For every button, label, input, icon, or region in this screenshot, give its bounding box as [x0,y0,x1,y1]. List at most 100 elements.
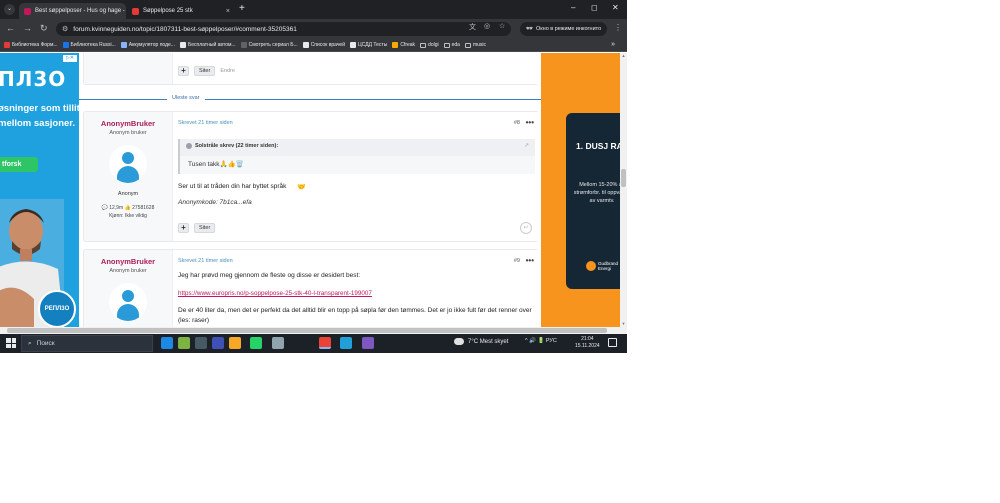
author-name[interactable]: AnonymBruker [84,119,172,128]
folder-icon [420,42,427,48]
post-body: Skrevet 21 timer siden #8 ••• Solstråle … [172,112,540,241]
post-9: AnonymBruker Anonym bruker Skrevet 21 ti… [83,249,540,334]
taskbar-search[interactable]: ⌕ Поиск [21,335,153,352]
taskbar-app-icon[interactable] [362,337,374,349]
bookmark-item[interactable]: Cfreak [392,42,415,48]
translate-icon[interactable]: 文 [469,22,476,32]
edit-link[interactable]: Endre [220,68,235,74]
reload-icon[interactable]: ↻ [40,23,48,34]
post-text: Jeg har prøvd meg gjennom de fleste og d… [178,272,361,279]
quote-button[interactable]: Siter [194,223,216,233]
bookmark-item[interactable]: Список врачей [302,42,345,48]
bookmark-favicon-icon [62,42,69,48]
taskbar-app-icon[interactable] [319,337,331,349]
forward-icon[interactable]: → [23,23,32,34]
close-window-button[interactable]: ✕ [612,3,619,13]
avatar-label: Anonym [117,191,139,197]
avatar[interactable] [109,145,147,183]
taskbar-app-icon[interactable] [195,337,207,349]
eye-off-icon[interactable]: ◎ [484,22,490,30]
back-icon[interactable]: ← [6,23,15,34]
post-time[interactable]: Skrevet 21 timer siden [178,120,233,126]
bookmark-item[interactable]: music [464,42,486,48]
incognito-label: Окно в режиме инкогнито [535,26,602,32]
incognito-indicator[interactable]: 🕶 Окно в режиме инкогнито [520,22,608,36]
taskbar-app-icon[interactable] [229,337,241,349]
unread-divider [79,99,541,100]
post-author: AnonymBruker Anonym bruker [84,250,172,321]
left-banner-ad[interactable]: ПЛ3О ▷✕ øsninger som tillit mellom sasjo… [0,53,79,327]
quote-share-icon[interactable]: ↗ [524,142,529,149]
author-stats: 💬 12,9m 👍 27581628 [101,205,155,211]
taskbar-app-icon[interactable] [272,337,284,349]
right-banner-ad[interactable]: 1. DUSJ RASKE Mellom 15-20% av strømforb… [541,53,620,327]
tab-soppelpose[interactable]: Søppelpose 25 stk × [127,3,235,19]
browser-menu-icon[interactable]: ⋮ [614,23,622,32]
search-icon: ⌕ [28,339,32,347]
bookmark-item[interactable]: Смотреть сериал Б... [240,42,298,48]
ad-choices-close-icon[interactable]: ▷✕ [63,55,77,62]
author-name[interactable]: AnonymBruker [84,257,172,266]
taskbar-app-icon[interactable] [250,337,262,349]
ad-title: 1. DUSJ RASKE [576,141,620,151]
clock-time: 21:04 [581,336,594,342]
taskbar-app-icon[interactable] [340,337,352,349]
bookmarks-overflow-icon[interactable]: » [611,39,615,51]
quote-author[interactable]: Solstråle skrev (22 timer siden): [195,143,278,149]
unread-label: Uleste svar [167,95,205,101]
bookmark-item[interactable]: eda [443,42,460,48]
bookmark-star-icon[interactable]: ☆ [499,22,505,30]
windows-start-icon[interactable] [6,338,16,348]
post-time[interactable]: Skrevet 21 timer siden [178,258,233,264]
vertical-scrollbar-thumb[interactable] [621,169,626,187]
new-tab-button[interactable]: + [239,3,245,15]
bookmark-item[interactable]: Библиотека Russi... [62,42,116,48]
site-info-icon[interactable]: ⚙ [62,25,68,33]
post-number[interactable]: #8 [514,120,520,126]
taskbar-app-icon[interactable] [178,337,190,349]
minimize-button[interactable]: – [571,3,575,13]
maximize-button[interactable]: ◻ [591,3,598,13]
bookmark-item[interactable]: Аккумулятор поде... [120,42,175,48]
react-button[interactable]: + [178,223,189,233]
energy-logo-icon [586,261,596,271]
post-8: AnonymBruker Anonym bruker Anonym 💬 12,9… [83,111,540,242]
tab-best-soppelposer[interactable]: Best søppelposer - Hus og hage - × [19,3,126,19]
notifications-icon[interactable] [608,338,617,347]
bookmark-label: Библиотека Russi... [70,42,116,48]
post-options-icon[interactable]: ••• [526,256,534,265]
horizontal-scrollbar[interactable] [0,327,627,334]
bookmark-item[interactable]: dolgi [420,42,439,48]
product-link[interactable]: https://www.europris.no/p-soppelpose-25-… [178,290,372,297]
system-tray[interactable]: ^ 🔊 🔋 РУС [525,338,557,344]
react-button[interactable]: + [178,66,189,76]
taskbar-app-icon[interactable] [212,337,224,349]
bookmark-item[interactable]: Библиотека Форм... [4,42,58,48]
ad-headline: øsninger som tillit mellom sasjoner. [0,103,79,129]
post-number[interactable]: #9 [514,258,520,264]
quote-text: Tusen takk🙏👍🗑️ [180,156,535,174]
bookmark-label: ЦСДД Тесты [358,42,388,48]
vertical-scrollbar[interactable]: ▲ ▼ [620,53,627,334]
folder-icon [443,42,450,48]
close-tab-icon[interactable]: × [226,8,230,15]
bookmark-item[interactable]: Бесплатный автом... [179,42,236,48]
avatar[interactable] [109,283,147,321]
weather-widget[interactable]: 7°C Mest skyet [453,336,509,345]
multiquote-icon[interactable]: ↩ [520,222,532,234]
tab-search-button[interactable]: ⌄ [4,4,15,15]
horizontal-scrollbar-thumb[interactable] [7,328,607,333]
taskbar-app-icon[interactable] [161,337,173,349]
bookmark-label: Cfreak [400,42,416,48]
post-author: AnonymBruker Anonym bruker Anonym 💬 12,9… [84,112,172,219]
previous-post-body: + Siter Endre [172,53,540,84]
ad-cta-button[interactable]: tforsk [0,157,38,172]
taskbar-clock[interactable]: 21:04 15.11.2024 [575,336,600,350]
post-options-icon[interactable]: ••• [526,118,534,127]
author-gender: Kjønn: Ikke viktig [109,213,147,219]
bookmark-item[interactable]: ЦСДД Тесты [350,42,387,48]
address-bar[interactable]: ⚙ forum.kvinneguiden.no/topic/1807311-be… [56,22,511,36]
weather-text: 7°C Mest skyet [468,338,509,345]
kvinneguiden-favicon-icon [24,7,31,15]
quote-button[interactable]: Siter [194,66,216,76]
